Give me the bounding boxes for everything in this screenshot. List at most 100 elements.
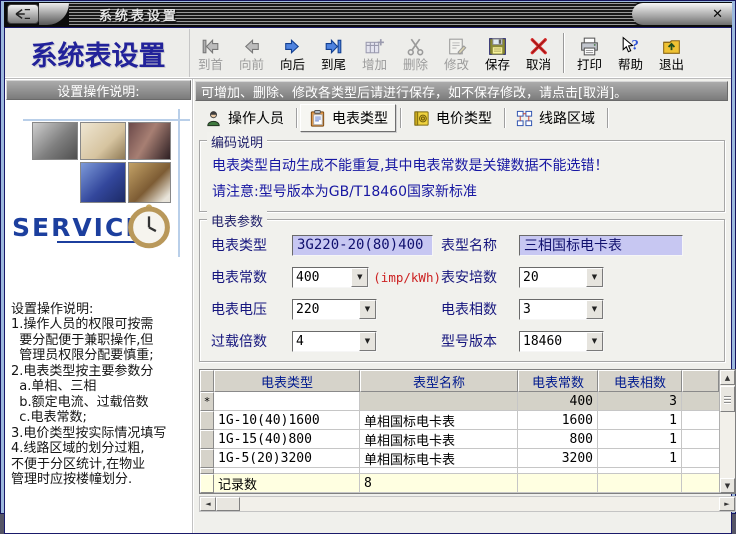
photo-pen-image [80, 122, 126, 160]
cell-model-name[interactable]: 单相国标电卡表 [360, 430, 518, 449]
voltage-combo-arrow-icon[interactable]: ▼ [359, 299, 376, 319]
vertical-scrollbar[interactable]: ▲ ▼ [719, 370, 735, 493]
titlebar-swoosh [39, 3, 69, 25]
tab-button[interactable]: 线路区域 [508, 105, 608, 131]
close-button[interactable]: ✕ [712, 8, 723, 21]
overload-combo-arrow-icon[interactable]: ▼ [359, 331, 376, 351]
modify-icon [445, 35, 468, 58]
row-selector[interactable] [200, 449, 214, 468]
toolbar-button[interactable]: 修改 [436, 34, 477, 73]
table-row[interactable]: 1G-10(40)1600 单相国标电卡表 1600 1 [200, 411, 719, 430]
ampere-combo[interactable]: 20 ▼ [519, 266, 604, 288]
row-selector[interactable]: * [200, 392, 214, 411]
tab-button[interactable]: 操作人员 [197, 105, 297, 131]
toolbar-button[interactable]: 删除 [395, 34, 436, 73]
toolbar-button[interactable]: 到首 [190, 34, 231, 73]
toolbar-button[interactable]: 退出 [651, 34, 692, 73]
cell-constant[interactable]: 400 [518, 392, 598, 411]
titlebar-stripes: 系统表设置 [69, 3, 644, 25]
tab-button[interactable]: 电价类型 [405, 105, 505, 131]
cell-meter-type[interactable]: 1G-10(40)1600 [214, 411, 360, 430]
toolbar-button[interactable]: 打印 [569, 34, 610, 73]
ampere-combo-arrow-icon[interactable]: ▼ [586, 267, 603, 287]
constant-combo-arrow-icon[interactable]: ▼ [351, 267, 369, 287]
toolbar-button[interactable]: 向前 [231, 34, 272, 73]
tab-button[interactable]: 电表类型 [300, 104, 401, 132]
prev-icon [240, 35, 263, 58]
model-name-field[interactable]: 三相国标电卡表 [519, 234, 683, 256]
table-row[interactable]: 1G-15(40)800 单相国标电卡表 800 1 [200, 430, 719, 449]
line-area-icon [515, 109, 534, 128]
sidebar-header: 设置操作说明: [6, 80, 191, 100]
toolbar-button-label: 帮助 [617, 56, 643, 72]
scroll-right-icon[interactable]: ► [719, 497, 735, 511]
constant-combo[interactable]: 400 ▼ [292, 266, 370, 288]
print-icon [578, 35, 601, 58]
last-icon [322, 35, 345, 58]
table-row[interactable]: 1G-5(20)3200 单相国标电卡表 3200 1 [200, 449, 719, 468]
horizontal-scroll-track[interactable] [240, 497, 719, 511]
scroll-up-icon[interactable]: ▲ [720, 370, 735, 385]
cell-constant[interactable]: 800 [518, 430, 598, 449]
collage-vline [178, 109, 180, 257]
toolbar-button-label: 退出 [658, 56, 684, 72]
row-selector[interactable] [200, 430, 214, 449]
cell-phases[interactable]: 1 [598, 430, 682, 449]
scroll-left-icon[interactable]: ◄ [200, 497, 216, 511]
notice-bar: 可增加、删除、修改各类型后请进行保存，如不保存修改，请点击[取消]。 [195, 81, 728, 101]
ampere-label: 表安培数 [441, 270, 497, 286]
tab-label: 操作人员 [228, 111, 284, 127]
titlebar: 系统表设置 ✕ [4, 2, 732, 27]
phases-combo-arrow-icon[interactable]: ▼ [586, 299, 603, 319]
cell-phases[interactable]: 3 [598, 392, 682, 411]
titlebar-right-cap: ✕ [632, 3, 732, 25]
grid-header-phases: 电表相数 [598, 370, 682, 392]
horizontal-scrollbar[interactable]: ◄ ► [199, 496, 736, 512]
cell-constant[interactable]: 3200 [518, 449, 598, 468]
instruction-line: 4.线路区域的划分过粗, [11, 441, 145, 456]
cell-phases[interactable]: 1 [598, 449, 682, 468]
row-selector[interactable] [200, 411, 214, 430]
constant-unit-label: (imp/kWh) [373, 269, 441, 285]
toolbar-button[interactable]: 增加 [354, 34, 395, 73]
toolbar-button[interactable]: 取消 [518, 34, 559, 73]
cell-constant[interactable]: 1600 [518, 411, 598, 430]
photo-keyboard-image [80, 162, 126, 203]
horizontal-scroll-thumb[interactable] [216, 497, 240, 511]
instruction-line: a.单相、三相 [11, 379, 97, 394]
voltage-label: 电表电压 [211, 302, 267, 318]
cell-model-name[interactable]: 单相国标电卡表 [360, 411, 518, 430]
cell-meter-type[interactable]: 1G-5(20)3200 [214, 449, 360, 468]
instruction-line: 1.操作人员的权限可按需 [11, 317, 154, 332]
instruction-line: 不便于分区统计,在物业 [11, 456, 146, 472]
next-icon [281, 35, 304, 58]
cell-meter-type[interactable]: 1G-15(40)800 [214, 430, 360, 449]
app-logo-icon [7, 4, 39, 24]
photo-desk-image [128, 162, 171, 203]
cell-model-name[interactable] [360, 392, 518, 411]
toolbar-button[interactable]: 向后 [272, 34, 313, 73]
version-combo[interactable]: 18460 ▼ [519, 330, 604, 352]
toolbar-button[interactable]: ? 帮助 [610, 34, 651, 73]
scroll-down-icon[interactable]: ▼ [720, 478, 735, 493]
version-combo-arrow-icon[interactable]: ▼ [586, 331, 603, 351]
cell-meter-type[interactable] [214, 392, 360, 411]
sidebar: 设置操作说明: SERVICE 设置操作说明: 1.操作人员的权限可按需 要分配… [5, 79, 193, 533]
grid-header-name: 表型名称 [360, 370, 518, 392]
toolbar-button[interactable]: 保存 [477, 34, 518, 73]
cell-filler [682, 430, 719, 449]
table-row[interactable]: * 400 3 [200, 392, 719, 411]
toolbar-button[interactable]: 到尾 [313, 34, 354, 73]
coding-note-1: 电表类型自动生成不能重复,其中电表常数是关键数据不能选错！ [212, 158, 609, 174]
grid-header-constant: 电表常数 [518, 370, 598, 392]
cancel-icon [527, 35, 550, 58]
overload-combo[interactable]: 4 ▼ [292, 330, 377, 352]
voltage-combo[interactable]: 220 ▼ [292, 298, 377, 320]
cell-model-name[interactable]: 单相国标电卡表 [360, 449, 518, 468]
meter-type-field[interactable]: 3G220-20(80)400 [292, 234, 433, 256]
vertical-scroll-thumb[interactable] [720, 386, 735, 412]
phases-combo[interactable]: 3 ▼ [519, 298, 604, 320]
cell-phases[interactable]: 1 [598, 411, 682, 430]
instruction-line: 2.电表类型按主要参数分 [11, 363, 154, 379]
vertical-scroll-track[interactable] [720, 412, 735, 478]
